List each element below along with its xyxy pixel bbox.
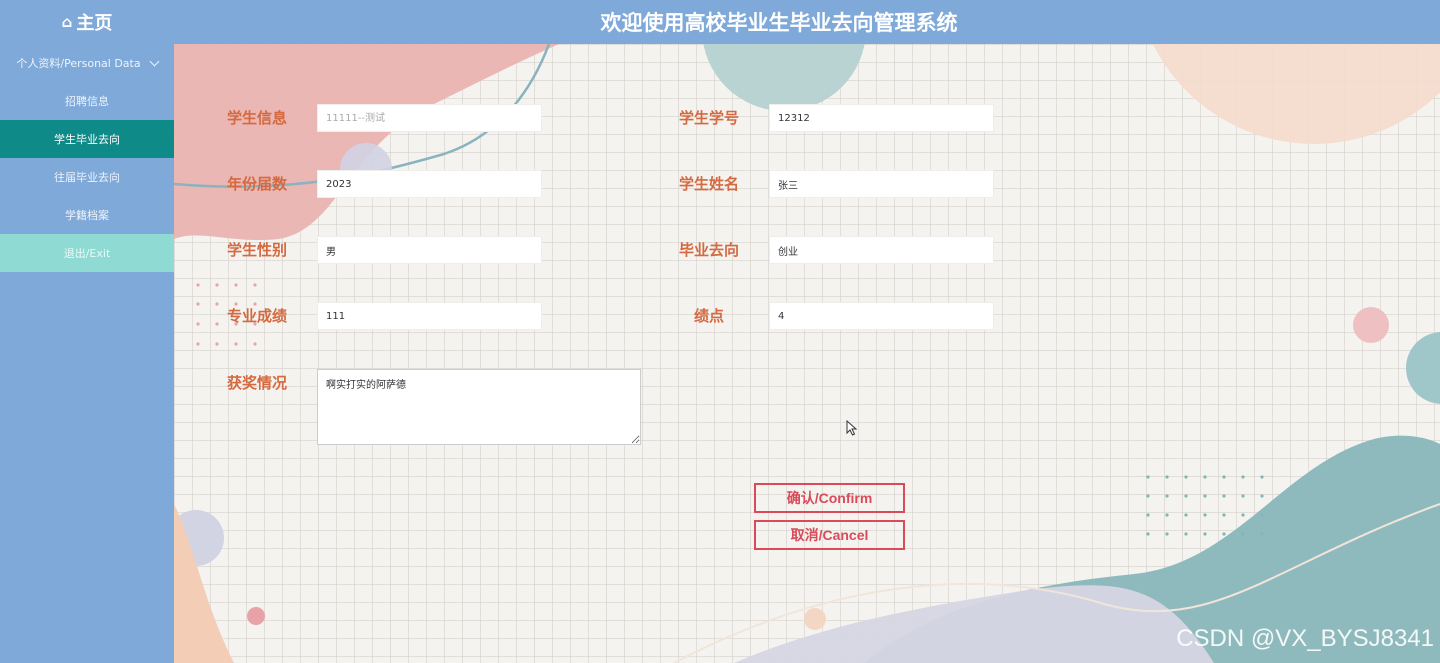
student-info-input[interactable] (317, 104, 542, 132)
score-label: 专业成绩 (227, 307, 288, 325)
watermark: CSDN @VX_BYSJ8341 (1176, 625, 1434, 652)
page-title: 欢迎使用高校毕业生毕业去向管理系统 (600, 11, 958, 35)
sidebar-item-student-records[interactable]: 学籍档案 (0, 196, 174, 234)
gpa-label: 绩点 (694, 307, 725, 325)
home-icon: ⌂ (61, 13, 73, 31)
main-content (174, 44, 1440, 663)
background-decoration (174, 44, 1440, 663)
sidebar: 个人资料/Personal Data 招聘信息 学生毕业去向 往届毕业去向 学籍… (0, 44, 174, 663)
student-name-label: 学生姓名 (679, 175, 740, 193)
year-label: 年份届数 (227, 175, 288, 193)
gender-input[interactable] (317, 236, 542, 264)
destination-input[interactable] (769, 236, 994, 264)
student-no-input[interactable] (769, 104, 994, 132)
confirm-button[interactable]: 确认/Confirm (754, 483, 905, 513)
sidebar-item-graduate-destination[interactable]: 学生毕业去向 (0, 120, 174, 158)
score-input[interactable] (317, 302, 542, 330)
student-name-input[interactable] (769, 170, 994, 198)
destination-label: 毕业去向 (679, 241, 740, 259)
sidebar-item-recruitment[interactable]: 招聘信息 (0, 82, 174, 120)
gpa-input[interactable] (769, 302, 994, 330)
student-info-label: 学生信息 (227, 109, 288, 127)
gender-label: 学生性别 (227, 241, 288, 259)
cancel-button[interactable]: 取消/Cancel (754, 520, 905, 550)
sidebar-item-exit[interactable]: 退出/Exit (0, 234, 174, 272)
mouse-cursor-icon (846, 420, 858, 436)
home-label: 主页 (76, 13, 113, 34)
chevron-down-icon (149, 56, 160, 66)
awards-textarea[interactable]: 啊实打实的阿萨德 (317, 369, 641, 445)
home-link[interactable]: ⌂ 主页 (0, 0, 174, 44)
year-input[interactable] (317, 170, 542, 198)
awards-label: 获奖情况 (227, 374, 288, 392)
student-no-label: 学生学号 (679, 109, 740, 127)
sidebar-item-past-destination[interactable]: 往届毕业去向 (0, 158, 174, 196)
top-bar: ⌂ 主页 欢迎使用高校毕业生毕业去向管理系统 (0, 0, 1440, 44)
sidebar-item-personal-data[interactable]: 个人资料/Personal Data (0, 44, 174, 82)
sidebar-item-label: 个人资料/Personal Data (16, 57, 141, 70)
